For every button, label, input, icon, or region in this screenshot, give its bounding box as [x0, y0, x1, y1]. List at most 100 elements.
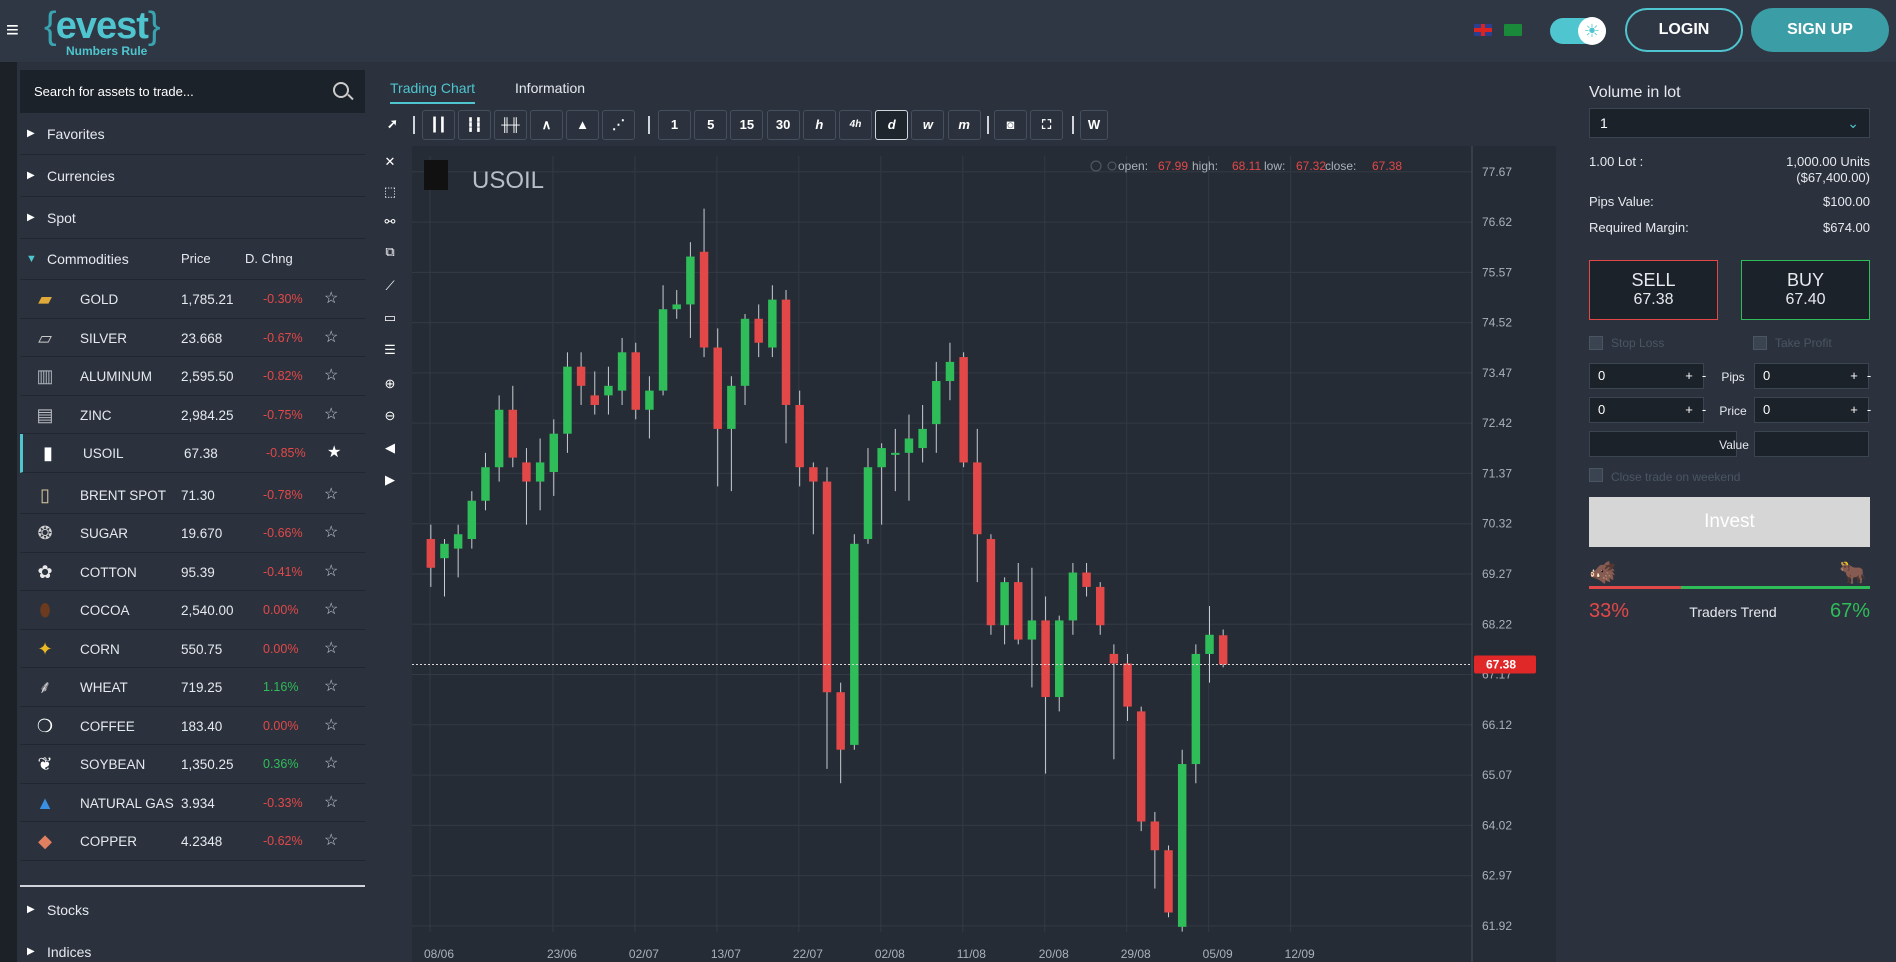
star-outline-icon[interactable]: ☆: [324, 599, 338, 619]
horizontal-lines-icon[interactable]: ☰: [376, 336, 404, 364]
timeframe-1[interactable]: 1: [658, 110, 691, 140]
star-outline-icon[interactable]: ☆: [324, 365, 338, 385]
category-spot[interactable]: ▶ Spot: [20, 197, 365, 239]
star-outline-icon[interactable]: ☆: [324, 830, 338, 850]
invest-button[interactable]: Invest: [1589, 497, 1870, 547]
asset-row-cocoa[interactable]: ⬮ COCOA 2,540.00 0.00% ☆: [20, 591, 365, 630]
category-stocks[interactable]: ▶ Stocks: [20, 889, 365, 931]
category-favorites[interactable]: ▶ Favorites: [20, 113, 365, 155]
magnet-icon[interactable]: ⚯: [376, 208, 404, 236]
take-profit-value-input[interactable]: [1754, 431, 1869, 457]
dots-chart-icon[interactable]: ⋰: [602, 110, 635, 140]
asset-row-aluminum[interactable]: ▥ ALUMINUM 2,595.50 -0.82% ☆: [20, 357, 365, 396]
asset-row-cotton[interactable]: ✿ COTTON 95.39 -0.41% ☆: [20, 553, 365, 591]
tab-trading-chart[interactable]: Trading Chart: [390, 80, 476, 104]
minus-icon[interactable]: -: [1697, 398, 1711, 422]
asset-row-coffee[interactable]: ❍ COFFEE 183.40 0.00% ☆: [20, 707, 365, 745]
asset-row-natural-gas[interactable]: ▲ NATURAL GAS 3.934 -0.33% ☆: [20, 784, 365, 822]
buy-button[interactable]: BUY 67.40: [1741, 260, 1870, 320]
asset-search-input[interactable]: [20, 70, 320, 113]
asset-row-copper[interactable]: ◆ COPPER 4.2348 -0.62% ☆: [20, 822, 365, 861]
chart-svg[interactable]: 77.67 76.62 75.57 74.52 73.47 72.42 71.37 70.32…: [412, 146, 1556, 962]
asset-row-corn[interactable]: ✦ CORN 550.75 0.00% ☆: [20, 630, 365, 668]
fullscreen-icon[interactable]: ⛶: [1030, 110, 1063, 140]
theme-toggle[interactable]: ☀: [1550, 17, 1606, 45]
asset-row-zinc[interactable]: ▤ ZINC 2,984.25 -0.75% ☆: [20, 396, 365, 434]
scroll-right-icon[interactable]: ▶: [376, 466, 404, 494]
watermark-w-icon[interactable]: W: [1080, 110, 1108, 140]
minus-icon[interactable]: -: [1862, 364, 1876, 388]
asset-row-sugar[interactable]: ❂ SUGAR 19.670 -0.66% ☆: [20, 514, 365, 553]
star-outline-icon[interactable]: ☆: [324, 792, 338, 812]
search-icon[interactable]: [333, 82, 349, 98]
star-outline-icon[interactable]: ☆: [324, 404, 338, 424]
plus-icon[interactable]: +: [1847, 364, 1861, 388]
timeframe-15[interactable]: 15: [730, 110, 764, 140]
volume-select[interactable]: 1 ⌄: [1589, 108, 1870, 138]
evest-logo[interactable]: {evest} Numbers Rule: [44, 6, 161, 58]
candles-icon[interactable]: ┃┃: [422, 110, 455, 140]
close-weekend-checkbox[interactable]: [1589, 468, 1603, 482]
cursor-pointer-icon[interactable]: ➚: [376, 110, 409, 140]
asset-row-usoil[interactable]: ▮ USOIL 67.38 -0.85% ★: [20, 434, 365, 473]
minus-icon[interactable]: -: [1697, 364, 1711, 388]
area-chart-icon[interactable]: ▲: [566, 110, 599, 140]
stop-loss-checkbox[interactable]: [1589, 336, 1603, 350]
category-commodities[interactable]: ▼ Commodities Price D. Chng: [20, 238, 365, 280]
hamburger-menu-icon[interactable]: ≡: [6, 18, 26, 42]
star-outline-icon[interactable]: ☆: [324, 715, 338, 735]
star-outline-icon[interactable]: ☆: [324, 753, 338, 773]
plus-icon[interactable]: +: [1682, 364, 1696, 388]
plus-icon[interactable]: +: [1847, 398, 1861, 422]
zoom-in-icon[interactable]: ⊕: [376, 370, 404, 398]
timeframe-w[interactable]: w: [911, 110, 945, 140]
sell-button[interactable]: SELL 67.38: [1589, 260, 1718, 320]
star-outline-icon[interactable]: ☆: [324, 561, 338, 581]
clone-icon[interactable]: ⧉: [376, 238, 404, 266]
star-filled-icon[interactable]: ★: [327, 442, 341, 462]
star-outline-icon[interactable]: ☆: [324, 288, 338, 308]
login-button[interactable]: LOGIN: [1625, 8, 1743, 52]
trend-line-icon[interactable]: ⟋: [376, 272, 404, 300]
asset-row-soybean[interactable]: ❦ SOYBEAN 1,350.25 0.36% ☆: [20, 745, 365, 784]
zoom-out-icon[interactable]: ⊖: [376, 402, 404, 430]
signup-button[interactable]: SIGN UP: [1751, 8, 1889, 52]
hollow-candles-icon[interactable]: ┇┇: [458, 110, 491, 140]
category-currencies[interactable]: ▶ Currencies: [20, 155, 365, 197]
star-outline-icon[interactable]: ☆: [324, 676, 338, 696]
star-outline-icon[interactable]: ☆: [324, 638, 338, 658]
asset-row-wheat[interactable]: ⸙ WHEAT 719.25 1.16% ☆: [20, 668, 365, 707]
candle-body: [467, 500, 477, 540]
tab-information[interactable]: Information: [515, 80, 585, 96]
uk-flag-icon[interactable]: [1474, 24, 1492, 36]
asset-row-gold[interactable]: ▰ GOLD 1,785.21 -0.30% ☆: [20, 280, 365, 319]
close-icon[interactable]: ✕: [376, 148, 404, 176]
line-chart-icon[interactable]: ∧: [530, 110, 563, 140]
ohlc-bars-icon[interactable]: ╫╫: [494, 110, 527, 140]
scroll-left-icon[interactable]: ◀: [376, 434, 404, 462]
saudi-flag-icon[interactable]: [1504, 24, 1522, 36]
timeframe-d[interactable]: d: [875, 110, 909, 140]
plus-icon[interactable]: +: [1682, 398, 1696, 422]
category-indices[interactable]: ▶ Indices: [20, 931, 365, 962]
wheat-icon: ⸙: [38, 677, 52, 697]
candle-body: [1191, 653, 1201, 765]
star-outline-icon[interactable]: ☆: [324, 522, 338, 542]
asset-row-brent-spot[interactable]: ▯ BRENT SPOT 71.30 -0.78% ☆: [20, 476, 365, 514]
stop-loss-value-input[interactable]: [1589, 431, 1737, 457]
candlestick-chart[interactable]: 77.67 76.62 75.57 74.52 73.47 72.42 71.37 70.32…: [412, 146, 1556, 962]
camera-icon[interactable]: ◙: [994, 110, 1027, 140]
timeframe-m[interactable]: m: [947, 110, 981, 140]
select-area-icon[interactable]: ⬚: [376, 178, 404, 206]
star-outline-icon[interactable]: ☆: [324, 327, 338, 347]
star-outline-icon[interactable]: ☆: [324, 484, 338, 504]
chart-toolbar: ➚ ┃┃ ┇┇ ╫╫ ∧ ▲ ⋰ 1 5 15 30 h 4h d w m ◙ ⛶ W: [372, 108, 1556, 140]
asset-row-silver[interactable]: ▱ SILVER 23.668 -0.67% ☆: [20, 319, 365, 357]
rectangle-icon[interactable]: ▭: [376, 304, 404, 332]
timeframe-4h[interactable]: 4h: [839, 110, 872, 140]
timeframe-5[interactable]: 5: [694, 110, 728, 140]
timeframe-30[interactable]: 30: [766, 110, 800, 140]
take-profit-checkbox[interactable]: [1753, 336, 1767, 350]
minus-icon[interactable]: -: [1862, 398, 1876, 422]
timeframe-h[interactable]: h: [802, 110, 836, 140]
